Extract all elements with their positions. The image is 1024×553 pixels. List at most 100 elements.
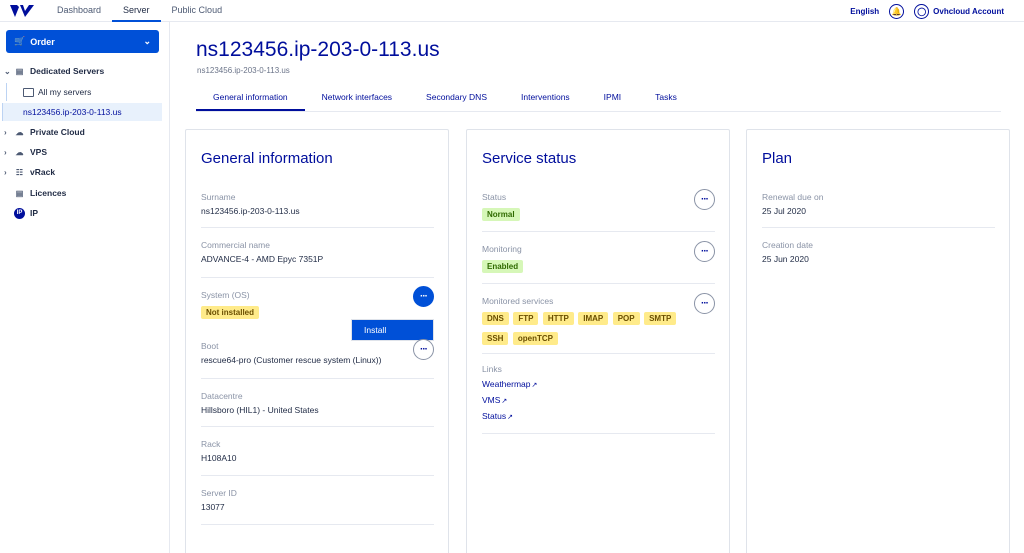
renewal-value: 25 Jul 2020 [762, 206, 806, 216]
page-subtitle: ns123456.ip-203-0-113.us [197, 66, 290, 75]
order-button[interactable]: 🛒 Order ⌄ [6, 30, 159, 53]
sidebar-item-label: Dedicated Servers [30, 66, 105, 76]
order-label: Order [30, 36, 55, 47]
top-right-controls: English 🔔 ◯ Ovhcloud Account [850, 0, 1004, 22]
sidebar-item-licences[interactable]: ▤ Licences [0, 184, 169, 202]
ip-icon: IP [14, 207, 25, 219]
top-navigation: Dashboard Server Public Cloud English 🔔 … [0, 0, 1024, 22]
top-tabs: Dashboard Server Public Cloud [46, 0, 233, 22]
server-id-value: 13077 [201, 502, 225, 512]
sidebar-item-dedicated-servers[interactable]: ⌄ ▤ Dedicated Servers [0, 62, 169, 80]
sidebar-item-private-cloud[interactable]: › ☁ Private Cloud [0, 123, 169, 141]
account-menu[interactable]: ◯ Ovhcloud Account [914, 3, 1004, 19]
rack-value: H108A10 [201, 453, 237, 463]
sidebar-item-current-server[interactable]: ns123456.ip-203-0-113.us [2, 103, 162, 121]
chevron-right-icon: › [4, 147, 7, 157]
sidebar-item-label: Licences [30, 188, 67, 198]
service-chip: SMTP [644, 312, 677, 325]
card-title: General information [201, 150, 333, 167]
rack-label: Rack [201, 439, 221, 449]
external-link-icon: ↗ [501, 398, 508, 405]
server-tabs: General information Network interfaces S… [196, 86, 1001, 112]
status-link[interactable]: Status↗ [482, 409, 537, 425]
sidebar: 🛒 Order ⌄ ⌄ ▤ Dedicated Servers All my s… [0, 22, 170, 553]
server-id-row: Server ID 13077 [201, 476, 434, 525]
service-chip: DNS [482, 312, 509, 325]
boot-actions-button[interactable]: ··· [413, 339, 434, 360]
links-label: Links [482, 364, 502, 374]
page-title: ns123456.ip-203-0-113.us [196, 38, 440, 61]
service-chip: POP [612, 312, 640, 325]
creation-label: Creation date [762, 240, 814, 250]
sidebar-item-label: All my servers [38, 87, 92, 97]
datacentre-row: Datacentre Hillsboro (HIL1) - United Sta… [201, 379, 434, 427]
surname-row: Surname ns123456.ip-203-0-113.us [201, 180, 434, 228]
os-actions-button[interactable]: ··· [413, 286, 434, 307]
tab-secondary-dns[interactable]: Secondary DNS [409, 86, 504, 111]
tab-tasks[interactable]: Tasks [638, 86, 694, 111]
status-actions-button[interactable]: ··· [694, 189, 715, 210]
tab-dashboard[interactable]: Dashboard [46, 0, 112, 22]
tab-interventions[interactable]: Interventions [504, 86, 587, 111]
sidebar-item-vrack[interactable]: › ☷ vRack [0, 163, 169, 181]
server-icon [23, 87, 34, 97]
monitored-services-row: Monitored services DNS FTP HTTP IMAP POP… [482, 284, 715, 354]
service-chip: HTTP [542, 312, 574, 325]
monitoring-label: Monitoring [482, 244, 522, 254]
server-icon: ▤ [15, 66, 24, 76]
monitored-services-label: Monitored services [482, 296, 554, 306]
monitoring-actions-button[interactable]: ··· [694, 241, 715, 262]
boot-label: Boot [201, 341, 219, 351]
sidebar-item-label: ns123456.ip-203-0-113.us [23, 107, 122, 117]
external-link-icon: ↗ [531, 382, 538, 389]
general-information-card: General information Surname ns123456.ip-… [185, 129, 449, 553]
server-id-label: Server ID [201, 488, 237, 498]
cloud-icon: ☁ [15, 147, 24, 157]
sidebar-item-label: vRack [30, 167, 56, 177]
tab-network-interfaces[interactable]: Network interfaces [305, 86, 409, 111]
status-label: Status [482, 192, 507, 202]
ovhcloud-logo[interactable] [8, 3, 36, 19]
datacentre-label: Datacentre [201, 391, 243, 401]
language-selector[interactable]: English [850, 7, 879, 16]
sidebar-item-all-servers[interactable]: All my servers [6, 83, 162, 101]
surname-value: ns123456.ip-203-0-113.us [201, 206, 300, 216]
vms-link[interactable]: VMS↗ [482, 393, 537, 409]
document-icon: ▤ [15, 188, 24, 198]
sidebar-item-label: IP [30, 208, 39, 218]
rack-row: Rack H108A10 [201, 427, 434, 476]
commercial-value: ADVANCE-4 - AMD Epyc 7351P [201, 254, 324, 264]
creation-value: 25 Jun 2020 [762, 254, 809, 264]
os-label: System (OS) [201, 290, 250, 300]
weathermap-link[interactable]: Weathermap↗ [482, 377, 537, 393]
tab-general-information[interactable]: General information [196, 86, 305, 111]
tab-server[interactable]: Server [112, 0, 161, 22]
bell-icon[interactable]: 🔔 [889, 3, 905, 19]
datacentre-value: Hillsboro (HIL1) - United States [201, 405, 319, 415]
account-label: Ovhcloud Account [933, 6, 1004, 16]
boot-row: Boot rescue64-pro (Customer rescue syste… [201, 329, 434, 379]
monitoring-row: Monitoring Enabled [482, 232, 715, 284]
tab-public-cloud[interactable]: Public Cloud [161, 0, 234, 22]
service-chip: SSH [482, 332, 509, 345]
status-badge: Normal [482, 208, 520, 221]
os-status-badge: Not installed [201, 306, 260, 319]
monitored-services-actions-button[interactable]: ··· [694, 293, 715, 314]
creation-row: Creation date 25 Jun 2020 [762, 228, 995, 278]
status-row: Status Normal [482, 180, 715, 232]
renewal-row: Renewal due on 25 Jul 2020 [762, 180, 995, 228]
service-status-card: Service status Status Normal ··· Monitor… [466, 129, 730, 553]
service-chip: openTCP [512, 332, 559, 345]
tab-ipmi[interactable]: IPMI [587, 86, 638, 111]
renewal-label: Renewal due on [762, 192, 824, 202]
external-link-icon: ↗ [507, 414, 513, 421]
plan-card: Plan Renewal due on 25 Jul 2020 Creation… [746, 129, 1010, 553]
sidebar-item-ip[interactable]: IP IP [0, 204, 169, 222]
sidebar-item-vps[interactable]: › ☁ VPS [0, 143, 169, 161]
vrack-icon: ☷ [15, 167, 24, 177]
links-row: Links Weathermap↗ VMS↗ Status↗ [482, 354, 715, 434]
sidebar-item-label: Private Cloud [30, 127, 85, 137]
commercial-label: Commercial name [201, 240, 270, 250]
service-chip: IMAP [578, 312, 609, 325]
chevron-down-icon: ⌄ [4, 66, 11, 76]
